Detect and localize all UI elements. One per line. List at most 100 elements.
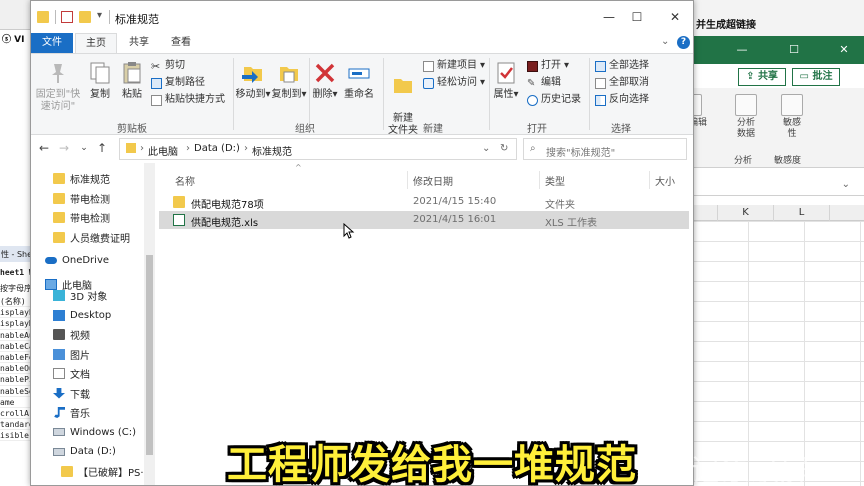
sidebar-item[interactable]: 下载 — [31, 384, 155, 403]
file-explorer-window: ▾ 标准规范 — ☐ ✕ 文件 主页 共享 查看 ⌄ ? 固定到"快速访问" 复… — [30, 0, 694, 486]
breadcrumb-data-drive[interactable]: Data (D:) — [194, 143, 240, 154]
move-to-button[interactable]: 移动到▾ — [235, 60, 271, 101]
easy-access-icon — [423, 77, 434, 89]
sidebar-item-label: 图片 — [70, 350, 90, 362]
edit-icon: ✎ — [527, 77, 536, 89]
up-button[interactable]: ↑ — [95, 141, 109, 155]
file-row[interactable]: 供配电规范.xls 2021/4/15 16:01 XLS 工作表 — [159, 211, 689, 229]
column-header-date[interactable]: 修改日期 — [413, 173, 453, 188]
sidebar-item[interactable]: 带电检测 — [31, 189, 155, 208]
history-button[interactable]: 历史记录 — [527, 94, 581, 106]
column-header-name[interactable]: 名称 — [175, 173, 195, 188]
chevron-down-icon[interactable]: ⌄ — [482, 143, 490, 154]
column-header-type[interactable]: 类型 — [545, 173, 565, 188]
copy-icon — [87, 60, 113, 86]
open-button[interactable]: 打开 ▾ — [527, 60, 569, 72]
new-folder-quick-icon[interactable] — [79, 11, 91, 23]
sidebar-item[interactable]: 音乐 — [31, 403, 155, 422]
column-header-k[interactable]: K — [718, 205, 774, 221]
cut-button[interactable]: ✂ 剪切 — [151, 60, 185, 72]
arrow-left-icon: ← — [38, 141, 50, 155]
search-box[interactable]: ⌕ 搜索"标准规范" — [523, 138, 687, 160]
sidebar-item[interactable]: 带电检测 — [31, 208, 155, 227]
maximize-button[interactable]: ☐ — [617, 5, 657, 29]
excel-share-button[interactable]: ⇪ 共享 — [738, 68, 786, 86]
select-all-icon — [595, 60, 606, 72]
copy-to-button[interactable]: 复制到▾ — [271, 60, 307, 101]
video-icon — [53, 329, 65, 340]
quick-access-divider — [55, 10, 56, 24]
analyze-data-icon — [735, 94, 757, 116]
column-header-j[interactable] — [692, 205, 718, 221]
column-divider[interactable] — [649, 171, 650, 189]
maximize-icon[interactable]: ☐ — [788, 44, 800, 56]
edit-button[interactable]: ✎ 编辑 — [527, 77, 561, 89]
column-divider[interactable] — [407, 171, 408, 189]
tab-view[interactable]: 查看 — [161, 33, 201, 53]
breadcrumb-this-pc[interactable]: 此电脑 — [148, 143, 178, 158]
scrollbar-thumb[interactable] — [146, 255, 153, 455]
mouse-cursor-icon — [343, 223, 355, 239]
column-header-size[interactable]: 大小 — [655, 173, 675, 188]
delete-button[interactable]: 删除▾ — [311, 60, 339, 101]
sidebar-item[interactable]: 视频 — [31, 325, 155, 344]
sidebar-item[interactable]: Desktop — [31, 306, 155, 325]
excel-analyze-data[interactable]: 分析数据 — [730, 94, 762, 140]
help-icon[interactable]: ? — [677, 36, 690, 49]
properties-icon — [493, 60, 519, 86]
excel-edit-tool[interactable]: 编辑 — [692, 94, 712, 129]
sidebar-item[interactable]: 文档 — [31, 364, 155, 383]
folder-icon — [53, 192, 65, 204]
easy-access-button[interactable]: 轻松访问 ▾ — [423, 77, 485, 89]
sidebar-item-label: 标准规范 — [70, 175, 110, 186]
forward-button[interactable]: → — [57, 141, 71, 155]
arrow-right-icon: → — [58, 141, 70, 155]
sidebar-item-label: 下载 — [70, 389, 90, 401]
refresh-icon[interactable]: ↻ — [500, 143, 508, 154]
tab-share[interactable]: 共享 — [119, 33, 159, 53]
excel-comment-button[interactable]: ▭ 批注 — [792, 68, 840, 86]
pin-quick-access-button[interactable]: 固定到"快速访问" — [35, 60, 81, 113]
address-bar[interactable]: › 此电脑 › Data (D:) › 标准规范 ⌄ ↻ — [119, 138, 517, 160]
file-row[interactable]: 供配电规范78项 2021/4/15 15:40 文件夹 — [159, 193, 689, 211]
paste-button[interactable]: 粘贴 — [117, 60, 147, 101]
properties-button[interactable]: 属性▾ — [491, 60, 521, 101]
column-header-l[interactable]: L — [774, 205, 830, 221]
properties-quick-icon[interactable] — [61, 11, 73, 23]
copy-path-button[interactable]: 复制路径 — [151, 77, 205, 89]
close-button[interactable]: ✕ — [655, 5, 693, 29]
rename-button[interactable]: 重命名 — [341, 60, 377, 101]
close-icon: ✕ — [669, 10, 681, 24]
tab-file[interactable]: 文件 — [31, 33, 73, 53]
close-icon[interactable]: ✕ — [838, 44, 850, 56]
sidebar-item[interactable]: 3D 对象 — [31, 286, 155, 305]
sidebar-item[interactable]: 标准规范 — [31, 169, 155, 188]
sidebar-item[interactable]: 图片 — [31, 345, 155, 364]
back-button[interactable]: ← — [37, 141, 51, 155]
excel-formula-bar[interactable]: ⌄ — [692, 176, 864, 196]
tab-home[interactable]: 主页 — [75, 33, 117, 53]
minimize-icon: — — [603, 10, 615, 24]
customize-quick-access-icon[interactable]: ▾ — [97, 10, 102, 21]
invert-selection-button[interactable]: 反向选择 — [595, 94, 649, 106]
select-all-button[interactable]: 全部选择 — [595, 60, 649, 72]
breadcrumb-current-folder[interactable]: 标准规范 — [252, 143, 292, 158]
minimize-icon[interactable]: — — [736, 44, 748, 56]
new-folder-button[interactable]: 新建 文件夹 — [383, 60, 423, 137]
history-icon — [527, 94, 538, 106]
collapse-ribbon-icon[interactable]: ⌄ — [661, 36, 669, 47]
paste-shortcut-button[interactable]: 粘贴快捷方式 — [151, 94, 225, 106]
sidebar-item[interactable]: 人员缴费证明 — [31, 228, 155, 247]
excel-sensitivity[interactable]: 敏感性 — [776, 94, 808, 140]
sidebar-item-label: OneDrive — [62, 255, 110, 266]
move-to-icon — [240, 60, 266, 86]
column-divider[interactable] — [539, 171, 540, 189]
paste-shortcut-icon — [151, 94, 162, 106]
recent-locations-button[interactable]: ⌄ — [77, 141, 91, 155]
select-none-button[interactable]: 全部取消 — [595, 77, 649, 89]
copy-button[interactable]: 复制 — [85, 60, 115, 101]
group-organize: 组织 — [295, 124, 315, 135]
sidebar-item[interactable]: OneDrive — [31, 251, 155, 270]
new-item-button[interactable]: 新建项目 ▾ — [423, 60, 485, 72]
chevron-down-icon: ▾ — [301, 89, 307, 100]
